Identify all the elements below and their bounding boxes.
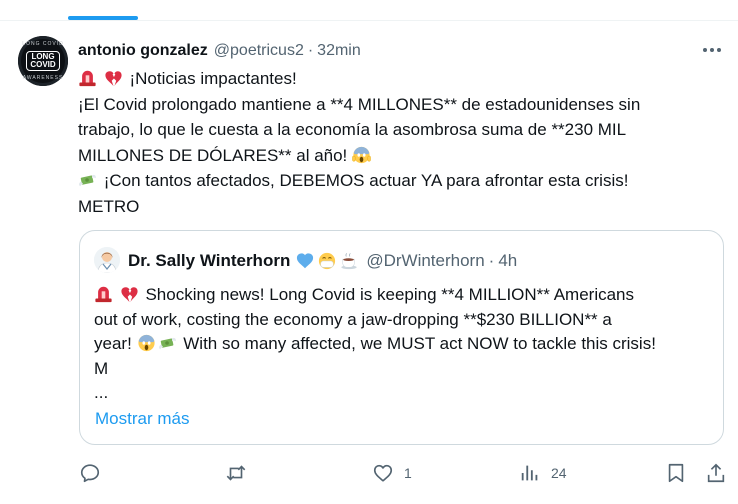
tweet-timestamp[interactable]: 32min — [317, 42, 361, 60]
money-with-wings-icon — [158, 337, 176, 350]
show-more-link[interactable]: Mostrar más — [95, 409, 189, 429]
avatar-badge-line2: COVID — [30, 60, 56, 69]
quote-header: Dr. Sally Winterhorn @DrWinterhorn · 4h — [128, 251, 517, 271]
screaming-face-icon — [137, 334, 155, 352]
author-display-name[interactable]: antonio gonzalez — [78, 42, 208, 60]
tweet-line-text: ¡Noticias impactantes! — [129, 69, 297, 88]
quote-line: out of work, costing the economy a jaw-d… — [94, 309, 612, 329]
money-with-wings-icon — [79, 174, 96, 187]
quote-line: M — [94, 358, 109, 378]
avatar-ring-text: LONG COVID — [22, 41, 64, 47]
separator-dot: · — [307, 42, 314, 59]
action-bar: 1 24 — [0, 450, 738, 498]
rotating-light-icon — [79, 70, 96, 87]
quote-line: ... — [94, 383, 109, 402]
broken-heart-icon — [105, 71, 122, 87]
separator-dot: · — [488, 251, 495, 270]
share-icon — [707, 463, 725, 483]
analytics-icon — [521, 465, 538, 481]
tweet-line-text: ¡Con tantos afectados, DEBEMOS actuar YA… — [103, 171, 629, 190]
divider — [0, 20, 738, 21]
quote-line: Shocking news! Long Covid is keeping **4… — [94, 283, 714, 308]
share-button[interactable] — [705, 460, 727, 486]
quote-line: year! With so many affected, we MUST act… — [94, 332, 714, 357]
quote-line-text: Shocking news! Long Covid is keeping **4… — [145, 285, 635, 304]
views-button[interactable]: 24 — [519, 460, 567, 486]
tweet-header: antonio gonzalez @poetricus2 · 32min — [78, 40, 361, 62]
reply-icon — [80, 464, 100, 483]
views-count: 24 — [551, 465, 567, 481]
author-handle[interactable]: @poetricus2 — [214, 42, 304, 60]
tweet-line: ¡Noticias impactantes! — [78, 66, 718, 92]
avatar[interactable]: LONG COVID LONG COVID AWARENESS — [18, 36, 68, 86]
bookmark-button[interactable] — [665, 460, 687, 486]
quote-avatar[interactable] — [94, 247, 120, 273]
quote-line-text: With so many affected, we MUST act NOW t… — [183, 334, 656, 353]
retweet-icon — [226, 465, 246, 481]
tweet-line-text: MILLONES DE DÓLARES** al año! — [78, 145, 348, 165]
quote-display-name[interactable]: Dr. Sally Winterhorn — [128, 251, 290, 271]
like-button[interactable]: 1 — [372, 460, 412, 486]
screaming-face-icon — [352, 146, 371, 163]
heart-icon — [373, 464, 393, 482]
tweet-text: ¡Noticias impactantes! ¡El Covid prolong… — [78, 66, 718, 219]
avatar-ring-bottom-text: AWARENESS — [22, 75, 64, 81]
quoted-tweet-card[interactable]: Dr. Sally Winterhorn @DrWinterhorn · 4h — [79, 230, 724, 445]
quote-text: Shocking news! Long Covid is keeping **4… — [94, 283, 714, 406]
quote-name-emojis — [296, 252, 360, 270]
reply-button[interactable] — [79, 460, 101, 486]
mask-face-icon — [319, 252, 336, 270]
tweet-line: ¡El Covid prolongado mantiene a **4 MILL… — [78, 94, 641, 114]
quote-line-text: year! — [94, 334, 132, 353]
blue-heart-icon — [297, 253, 314, 269]
quote-timestamp[interactable]: 4h — [498, 251, 517, 271]
quote-handle[interactable]: @DrWinterhorn — [366, 251, 484, 271]
avatar-badge: LONG COVID — [26, 51, 60, 71]
tweet-line: MILLONES DE DÓLARES** al año! — [78, 143, 718, 169]
bookmark-icon — [668, 463, 684, 483]
more-options-icon[interactable] — [700, 40, 724, 60]
rotating-light-icon — [95, 286, 112, 303]
tweet-line: ¡Con tantos afectados, DEBEMOS actuar YA… — [78, 168, 718, 194]
like-count: 1 — [404, 465, 412, 481]
tweet-line: trabajo, lo que le cuesta a la economía … — [78, 120, 627, 139]
tweet-line: METRO — [78, 196, 140, 216]
retweet-button[interactable] — [224, 460, 248, 486]
coffee-icon — [341, 253, 357, 270]
broken-heart-icon — [121, 287, 138, 303]
